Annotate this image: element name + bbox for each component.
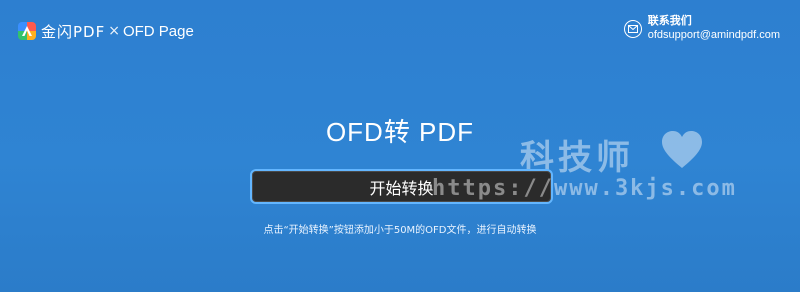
hint-text: 点击“开始转换”按钮添加小于50M的OFD文件，进行自动转换	[263, 225, 537, 236]
contact-info[interactable]: 联系我们 ofdsupport@amindpdf.com	[623, 14, 780, 42]
contact-title: 联系我们	[647, 15, 692, 27]
brand[interactable]: 金闪PDF × OFD Page	[18, 20, 194, 42]
mail-icon	[623, 20, 642, 38]
watermark-url: https://www.3kjs.com	[432, 176, 737, 201]
page-title: OFD转 PDF	[325, 117, 475, 147]
app-logo-icon	[18, 22, 36, 40]
brand-product: OFD Page	[122, 22, 194, 40]
header: 金闪PDF × OFD Page 联系我们 ofdsupport@amindpd…	[0, 0, 800, 60]
contact-text: 联系我们 ofdsupport@amindpdf.com	[648, 14, 780, 42]
brand-name: 金闪PDF	[41, 22, 106, 41]
brand-separator: ×	[108, 23, 120, 39]
contact-email[interactable]: ofdsupport@amindpdf.com	[648, 28, 780, 42]
